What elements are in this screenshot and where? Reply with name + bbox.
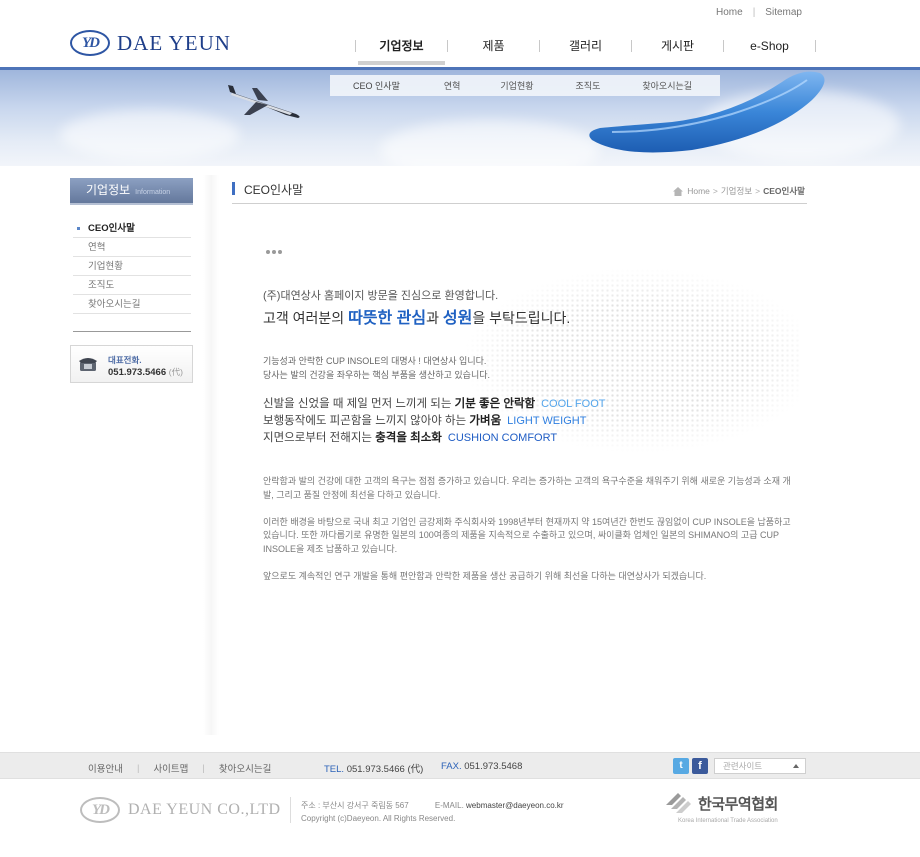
decorative-dots-icon (266, 250, 282, 254)
gnb-gallery[interactable]: 갤러리 (540, 32, 631, 60)
phone-number: 051.973.5466 (代) (108, 367, 183, 378)
footer-logo-text: DAE YEUN CO.,LTD (128, 801, 281, 818)
airplane-image (228, 85, 300, 118)
gnb-products[interactable]: 제품 (448, 32, 539, 60)
greeting-line-1: (주)대연상사 홈페이지 방문을 진심으로 환영합니다. (263, 290, 499, 302)
footer-fax: FAX. 051.973.5468 (441, 761, 523, 772)
subnav-ceo-greeting[interactable]: CEO 인사말 (353, 79, 400, 92)
caret-up-icon (793, 764, 799, 768)
footer-links: 이용안내 | 사이트맵 | 찾아오시는길 (88, 761, 272, 776)
footer-email: E-MAIL. webmaster@daeyeon.co.kr (434, 801, 564, 810)
top-utility-links: Home | Sitemap (716, 7, 802, 18)
feature-cushion-comfort: 지면으로부터 전해지는 충격을 최소화 CUSHION COMFORT (263, 432, 558, 444)
breadcrumb-current: CEO인사말 (763, 186, 805, 196)
feature-light-weight: 보행동작에도 피곤함을 느끼지 않아야 하는 가벼움 LIGHT WEIGHT (263, 415, 587, 427)
feature-list: 신발을 신었을 때 제일 먼저 느끼게 되는 기분 좋은 안락함 COOL FOO… (263, 396, 605, 447)
intro-text: 기능성과 안락한 CUP INSOLE의 대명사 ! 대연상사 입니다. 당사는… (263, 356, 491, 380)
footer-link-terms[interactable]: 이용안내 (88, 761, 123, 775)
page-header: CEO인사말 Home > 기업정보 > CEO인사말 (232, 180, 807, 204)
kita-subtitle: Korea International Trade Association (678, 818, 778, 824)
sidebar-item-ceo-greeting[interactable]: CEO인사말 (73, 219, 191, 238)
logo-text: DAE YEUN (117, 30, 231, 55)
subnav-history[interactable]: 연혁 (444, 79, 461, 92)
footer-logo: YD DAE YEUN CO.,LTD (80, 797, 281, 823)
telephone-icon (79, 358, 97, 371)
home-icon (673, 186, 684, 196)
feature-cool-foot: 신발을 신었을 때 제일 먼저 느끼게 되는 기분 좋은 안락함 COOL FOO… (263, 398, 606, 410)
body-paragraph: 이러한 배경을 바탕으로 국내 최고 기업인 금강제화 주식회사와 1998년부… (263, 516, 791, 554)
phone-label: 대표전화. (108, 355, 142, 365)
sidebar-item-organization[interactable]: 조직도 (73, 276, 191, 295)
site-logo[interactable]: YD DAE YEUN (70, 30, 231, 56)
subnav-company-status[interactable]: 기업현황 (500, 79, 533, 92)
body-paragraph: 안락함과 발의 건강에 대한 고객의 욕구는 점점 증가하고 있습니다. 우리는… (263, 476, 791, 500)
footer-link-directions[interactable]: 찾아오시는길 (219, 761, 271, 775)
insole-product-image (589, 71, 825, 153)
breadcrumb: Home > 기업정보 > CEO인사말 (673, 185, 805, 197)
sidebar-menu: CEO인사말 연혁 기업현황 조직도 찾아오시는길 (73, 219, 191, 314)
footer-copyright: Copyright (c)Daeyeon. All Rights Reserve… (301, 814, 456, 823)
gnb-board[interactable]: 게시판 (632, 32, 723, 60)
breadcrumb-home[interactable]: Home (687, 186, 710, 196)
chevron-right-icon: > (755, 186, 761, 196)
separator: | (752, 7, 756, 18)
main-navigation: 기업정보 제품 갤러리 게시판 e-Shop (355, 32, 816, 65)
footer-link-sitemap[interactable]: 사이트맵 (153, 761, 188, 775)
gnb-eshop[interactable]: e-Shop (724, 32, 815, 60)
footer-company-info: 주소 : 부산시 강서구 죽림동 567 E-MAIL. webmaster@d… (301, 799, 564, 825)
greeting-line-2: 고객 여러분의 따뜻한 관심과 성원을 부탁드립니다. (263, 310, 571, 327)
facebook-icon[interactable]: f (692, 758, 708, 774)
body-paragraph: 앞으로도 계속적인 연구 개발을 통해 편안함과 안락한 제품을 생산 공급하기… (263, 570, 707, 581)
hero-banner: CEO 인사말 연혁 기업현황 조직도 찾아오시는길 (0, 67, 920, 166)
footer-address: 주소 : 부산시 강서구 죽림동 567 (301, 801, 409, 810)
ceo-message-body: 안락함과 발의 건강에 대한 고객의 욕구는 점점 증가하고 있습니다. 우리는… (263, 475, 798, 597)
breadcrumb-section[interactable]: 기업정보 (721, 185, 752, 197)
sitemap-link[interactable]: Sitemap (765, 7, 802, 18)
logo-mark: YD (70, 30, 110, 56)
gnb-company-info[interactable]: 기업정보 (356, 32, 447, 65)
phone-contact-box: 대표전화. 051.973.5466 (代) (70, 345, 193, 383)
kita-emblem-icon (666, 793, 691, 813)
sidebar-item-company-status[interactable]: 기업현황 (73, 257, 191, 276)
home-link[interactable]: Home (716, 7, 743, 18)
page-title: CEO인사말 (244, 183, 304, 197)
sidebar-item-directions[interactable]: 찾아오시는길 (73, 295, 191, 314)
footer-telephone: TEL. 051.973.5466 (代) (324, 764, 424, 775)
kita-name: 한국무역협회 (698, 796, 778, 813)
chevron-right-icon: > (712, 186, 718, 196)
footer-bar: 이용안내 | 사이트맵 | 찾아오시는길 TEL. 051.973.5466 (… (0, 752, 920, 779)
twitter-icon[interactable]: t (673, 758, 689, 774)
related-sites-select[interactable]: 관련사이트 (714, 758, 806, 774)
sidebar-title: 기업정보 Information (70, 178, 193, 203)
sidebar-item-history[interactable]: 연혁 (73, 238, 191, 257)
footer-logo-mark: YD (80, 797, 120, 823)
